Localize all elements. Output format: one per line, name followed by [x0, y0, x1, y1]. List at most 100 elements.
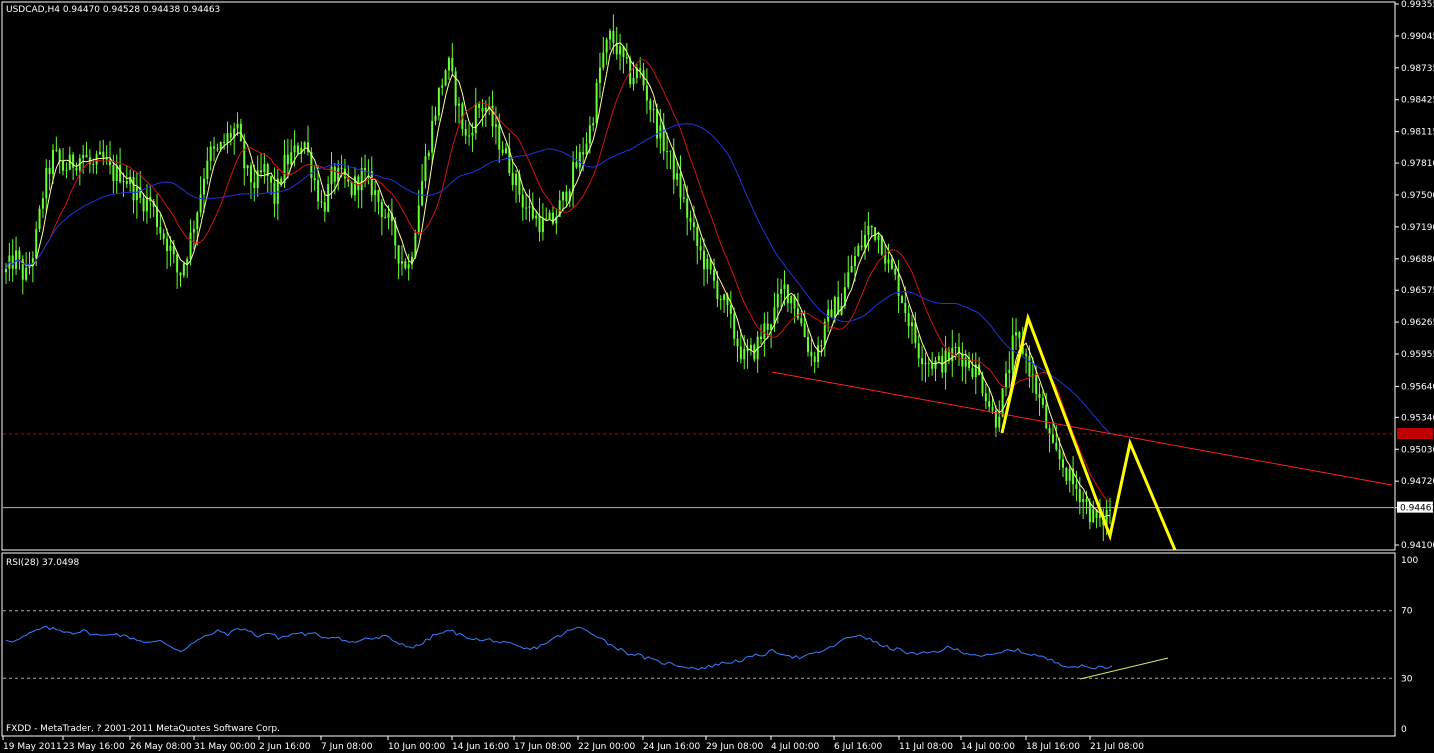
candle-body [1062, 459, 1065, 468]
candle-body [806, 337, 809, 352]
candle-body [565, 191, 568, 202]
price-tick-label: 0.97190 [1401, 223, 1434, 233]
candle-body [243, 141, 246, 169]
level-price-tag [1397, 428, 1433, 439]
candle-body [719, 299, 722, 301]
candle-body [535, 215, 538, 219]
time-tick-label: 14 Jul 00:00 [961, 742, 1015, 752]
candle-body [320, 201, 323, 203]
candle-body [766, 323, 769, 330]
candle-body [169, 245, 172, 251]
candle-body [870, 225, 873, 228]
time-tick-label: 19 May 2011 [3, 742, 62, 752]
candle-body [786, 284, 789, 304]
candle-body [578, 152, 581, 168]
candle-body [263, 164, 266, 173]
candle-body [1028, 355, 1031, 377]
candle-body [609, 30, 612, 40]
time-tick-label: 22 Jun 00:00 [578, 742, 635, 752]
candle-body [686, 198, 689, 218]
candle-body [954, 346, 957, 348]
candle-body [260, 170, 263, 173]
candle-body [887, 259, 890, 264]
candle-body [38, 208, 41, 230]
candle-body [803, 323, 806, 338]
price-tick-label: 0.94100 [1401, 541, 1434, 551]
price-tick-label: 0.97500 [1401, 191, 1434, 201]
candle-body [18, 250, 21, 260]
candle-body [853, 256, 856, 267]
time-tick-label: 24 Jun 16:00 [643, 742, 700, 752]
candle-body [927, 362, 930, 364]
candle-body [1015, 332, 1018, 336]
candle-body [612, 30, 615, 43]
candle-body [528, 206, 531, 208]
candle-body [384, 216, 387, 218]
rsi-header: RSI(28) 37.0498 [6, 558, 79, 568]
candle-body [760, 336, 763, 340]
candle-body [25, 267, 28, 280]
candle-body [1038, 393, 1041, 398]
candle-body [1055, 442, 1058, 450]
candle-body [444, 70, 447, 86]
time-tick-label: 31 May 00:00 [194, 742, 256, 752]
candle-body [471, 132, 474, 136]
candle-body [112, 165, 115, 182]
candle-body [1085, 499, 1088, 502]
rsi-tick-label: 30 [1401, 674, 1413, 684]
price-tick-label: 0.96265 [1401, 318, 1434, 328]
candle-body [162, 233, 165, 239]
candle-body [521, 194, 524, 208]
candle-body [541, 218, 544, 233]
candle-body [790, 295, 793, 304]
candle-body [377, 190, 380, 202]
candle-body [776, 293, 779, 308]
candle-body [192, 229, 195, 233]
candle-body [333, 166, 336, 182]
candle-body [159, 226, 162, 234]
candle-body [58, 149, 61, 161]
candle-body [447, 57, 450, 71]
candle-body [98, 151, 101, 155]
candle-body [293, 145, 296, 153]
candle-body [1075, 484, 1078, 489]
candle-body [350, 181, 353, 196]
candle-body [296, 145, 299, 154]
candle-body [504, 148, 507, 153]
time-tick-label: 23 May 16:00 [63, 742, 125, 752]
candle-body [283, 154, 286, 183]
copyright-text: FXDD - MetaTrader, ? 2001-2011 MetaQuote… [6, 724, 280, 734]
candle-body [652, 109, 655, 111]
candle-body [280, 178, 283, 183]
candle-body [85, 154, 88, 158]
candle-body [290, 152, 293, 165]
candle-body [817, 345, 820, 363]
candle-body [417, 205, 420, 234]
candle-body [625, 57, 628, 59]
time-tick-label: 21 Jul 08:00 [1090, 742, 1144, 752]
candle-body [286, 154, 289, 165]
price-tick-label: 0.95030 [1401, 445, 1434, 455]
candle-body [696, 226, 699, 247]
candle-body [733, 313, 736, 339]
candle-body [45, 167, 48, 199]
candle-body [1088, 501, 1091, 523]
candle-body [551, 212, 554, 224]
candle-body [991, 407, 994, 411]
candle-body [213, 146, 216, 149]
candle-body [1025, 353, 1028, 356]
candle-body [934, 360, 937, 369]
candle-body [166, 238, 169, 251]
time-tick-label: 18 Jul 16:00 [1026, 742, 1080, 752]
candle-body [729, 305, 732, 314]
candle-body [62, 160, 65, 171]
candle-body [481, 107, 484, 112]
candle-body [998, 416, 1001, 428]
candle-body [820, 345, 823, 347]
background [0, 0, 1434, 753]
candle-body [122, 181, 125, 183]
candle-body [585, 143, 588, 155]
candle-body [877, 235, 880, 240]
candle-body [907, 313, 910, 327]
candle-body [921, 358, 924, 365]
